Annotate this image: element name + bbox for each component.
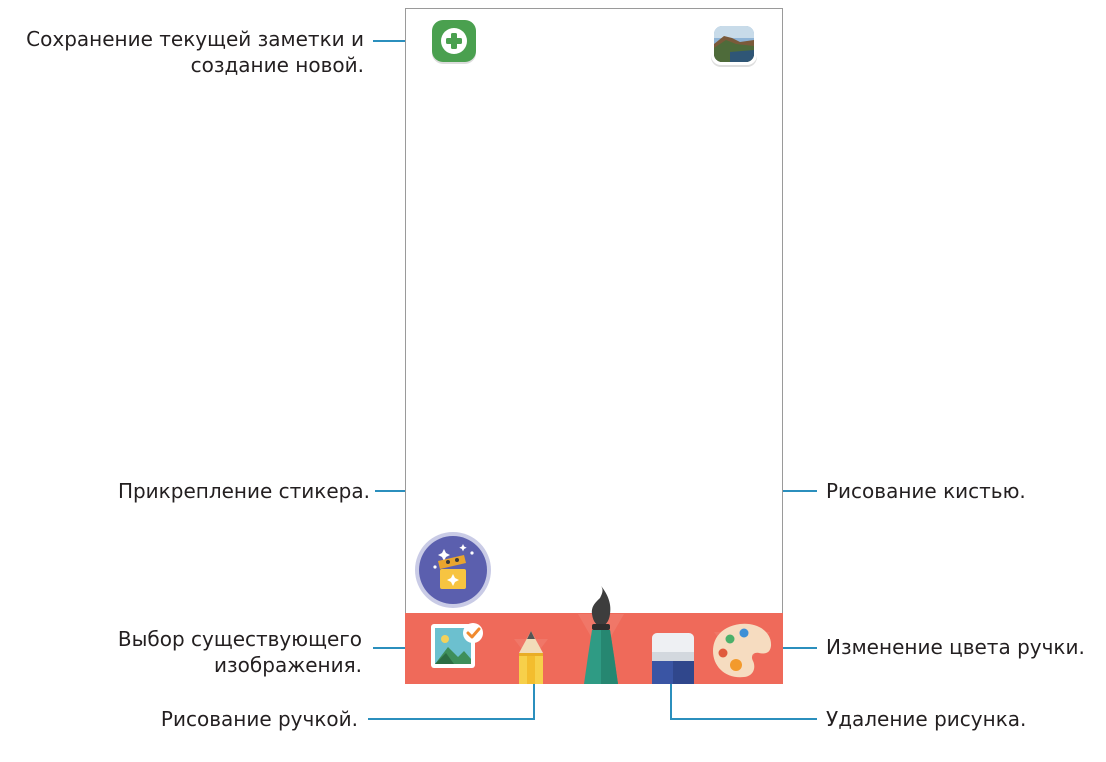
paint-brush-icon	[578, 586, 624, 684]
pencil-tool-button[interactable]	[510, 631, 552, 684]
eraser-icon	[652, 633, 694, 684]
callout-pen-color: Изменение цвета ручки.	[826, 635, 1085, 659]
new-note-button[interactable]	[431, 19, 477, 65]
callout-pen: Рисование ручкой.	[160, 707, 358, 731]
callout-existing-image-line1: Выбор существующего	[117, 627, 362, 651]
callout-save-new-line1: Сохранение текущей заметки и	[26, 27, 364, 51]
landscape-photo-icon	[711, 23, 757, 67]
brush-tool-button[interactable]	[576, 584, 626, 684]
sticker-box-icon	[415, 532, 491, 608]
picture-check-icon	[431, 623, 483, 668]
gallery-thumbnail-button[interactable]	[710, 22, 758, 68]
callout-brush: Рисование кистью.	[826, 479, 1026, 503]
callout-existing-image: Выбор существующего изображения.	[0, 626, 362, 678]
callout-line-pen-h	[368, 718, 535, 720]
palette-tool-button[interactable]	[708, 620, 776, 682]
eraser-tool-button[interactable]	[644, 630, 702, 684]
palette-icon	[713, 623, 772, 678]
callout-save-new-line2: создание новой.	[190, 53, 364, 77]
callout-sticker: Прикрепление стикера.	[117, 479, 370, 503]
plus-icon	[432, 20, 476, 64]
sticker-button[interactable]	[414, 531, 492, 609]
callout-save-new: Сохранение текущей заметки и создание но…	[0, 26, 364, 78]
callout-line-eraser-h	[670, 718, 817, 720]
insert-image-button[interactable]	[428, 621, 484, 673]
callout-eraser: Удаление рисунка.	[826, 707, 1027, 731]
pencil-icon	[514, 631, 548, 684]
callout-existing-image-line2: изображения.	[214, 653, 362, 677]
